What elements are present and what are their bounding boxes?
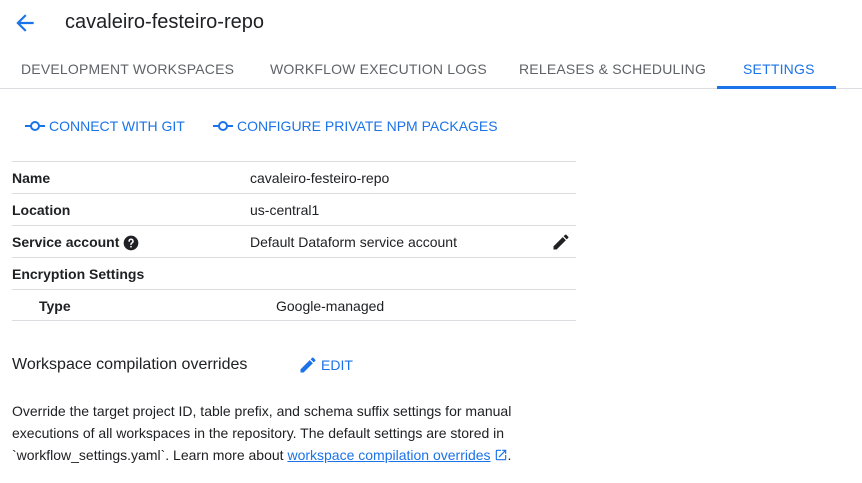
detail-row-type: Type Google-managed <box>12 289 576 321</box>
detail-row-service-account: Service account Default Dataform service… <box>12 225 576 257</box>
tab-development-workspaces[interactable]: DEVELOPMENT WORKSPACES <box>21 49 234 89</box>
help-icon[interactable] <box>123 235 139 251</box>
edit-pencil-icon[interactable] <box>551 232 571 252</box>
detail-row-encryption: Encryption Settings <box>12 257 576 289</box>
pencil-icon <box>300 357 316 373</box>
edit-overrides-label: EDIT <box>321 357 353 373</box>
connect-with-git-button[interactable]: CONNECT WITH GIT <box>25 114 185 138</box>
tab-workflow-execution-logs[interactable]: WORKFLOW EXECUTION LOGS <box>270 49 487 89</box>
overrides-section-title: Workspace compilation overrides <box>12 356 248 373</box>
service-account-label: Service account <box>12 234 120 250</box>
service-account-value: Default Dataform service account <box>250 234 457 250</box>
location-value: us-central1 <box>250 202 320 218</box>
connect-with-git-label: CONNECT WITH GIT <box>49 118 185 134</box>
repository-details-table: Name cavaleiro-festeiro-repo Location us… <box>12 161 576 321</box>
tab-releases-scheduling[interactable]: RELEASES & SCHEDULING <box>519 49 706 89</box>
overrides-description-end: . <box>507 447 512 463</box>
page-header: cavaleiro-festeiro-repo <box>0 0 862 48</box>
page-title: cavaleiro-festeiro-repo <box>65 11 264 33</box>
active-tab-indicator <box>717 86 836 89</box>
git-commit-icon <box>213 121 233 131</box>
git-commit-icon <box>25 121 45 131</box>
back-button[interactable] <box>12 10 38 36</box>
detail-row-name: Name cavaleiro-festeiro-repo <box>12 161 576 193</box>
location-label: Location <box>12 202 71 218</box>
open-in-new-icon[interactable] <box>494 448 508 462</box>
type-value: Google-managed <box>276 298 385 314</box>
arrow-back-icon <box>16 14 34 32</box>
configure-npm-packages-button[interactable]: CONFIGURE PRIVATE NPM PACKAGES <box>213 114 498 138</box>
overrides-learn-more-link[interactable]: workspace compilation overrides <box>287 447 490 463</box>
name-value: cavaleiro-festeiro-repo <box>250 170 390 186</box>
overrides-description: Override the target project ID, table pr… <box>12 400 552 466</box>
detail-row-location: Location us-central1 <box>12 193 576 225</box>
type-label: Type <box>39 298 71 314</box>
tab-bar: DEVELOPMENT WORKSPACES WORKFLOW EXECUTIO… <box>0 49 862 89</box>
encryption-settings-label: Encryption Settings <box>12 266 145 282</box>
name-label: Name <box>12 170 51 186</box>
configure-npm-packages-label: CONFIGURE PRIVATE NPM PACKAGES <box>237 118 498 134</box>
tab-settings[interactable]: SETTINGS <box>743 49 815 89</box>
